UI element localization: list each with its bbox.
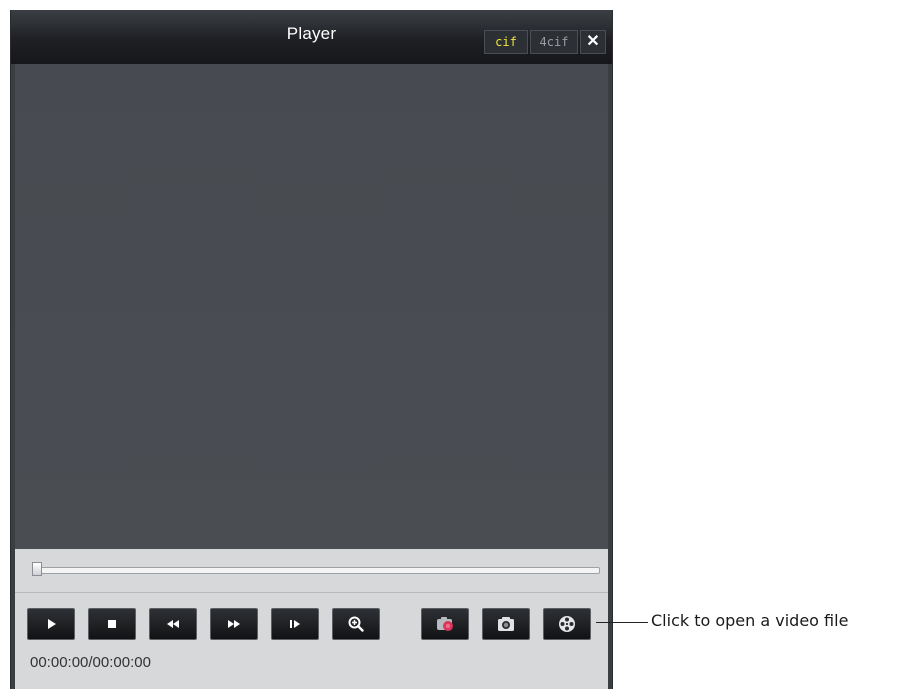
film-reel-icon (559, 616, 575, 632)
record-button[interactable] (421, 608, 469, 640)
record-camera-icon (437, 617, 453, 631)
video-display[interactable] (15, 64, 608, 549)
zoom-button[interactable] (332, 608, 380, 640)
snapshot-button[interactable] (482, 608, 530, 640)
callout-line (596, 622, 648, 623)
player-window: Player cif 4cif ✕ 00:00:00/00:00:00 (10, 10, 613, 689)
callout-text: Click to open a video file (651, 611, 849, 630)
divider (15, 592, 608, 593)
rewind-button[interactable] (149, 608, 197, 640)
fast-forward-icon (228, 620, 240, 628)
seek-thumb[interactable] (32, 562, 42, 576)
play-button[interactable] (27, 608, 75, 640)
zoom-in-icon (348, 616, 364, 632)
stop-button[interactable] (88, 608, 136, 640)
open-file-button[interactable] (543, 608, 591, 640)
fast-forward-button[interactable] (210, 608, 258, 640)
title-bar: Player cif 4cif ✕ (11, 10, 612, 64)
cif-mode-button[interactable]: cif (484, 30, 528, 54)
rewind-icon (167, 620, 179, 628)
time-display: 00:00:00/00:00:00 (30, 654, 151, 671)
control-panel: 00:00:00/00:00:00 (15, 549, 608, 689)
stop-icon (108, 620, 116, 628)
close-icon: ✕ (586, 33, 600, 50)
step-frame-button[interactable] (271, 608, 319, 640)
close-button[interactable]: ✕ (580, 30, 606, 54)
seek-bar[interactable] (35, 567, 600, 574)
play-icon (48, 619, 56, 629)
4cif-mode-button[interactable]: 4cif (530, 30, 578, 54)
camera-icon (498, 617, 514, 631)
step-forward-icon (290, 620, 300, 628)
